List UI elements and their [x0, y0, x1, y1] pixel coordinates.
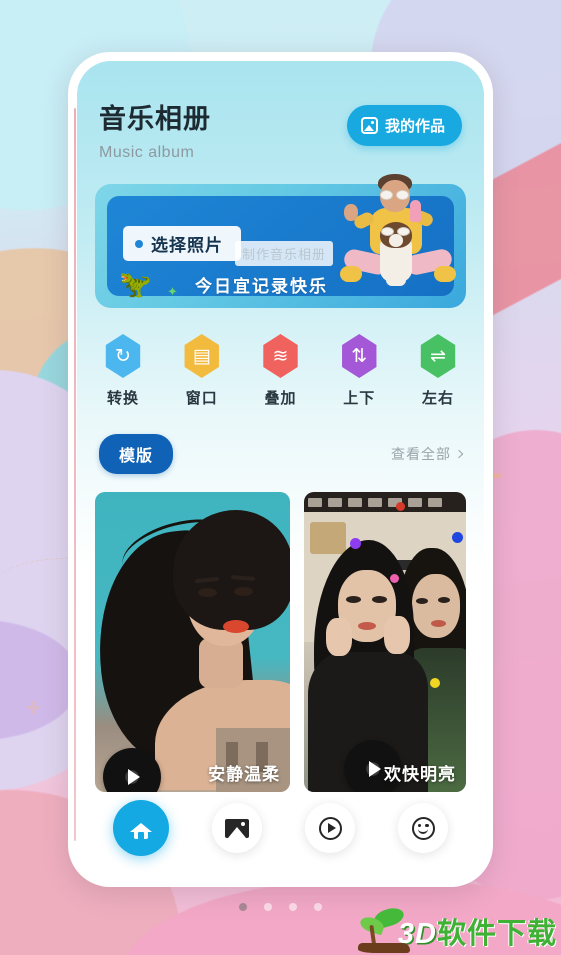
- film-frame: [428, 497, 443, 507]
- photo-eye-left-second: [416, 598, 428, 604]
- tab-template[interactable]: 模版: [99, 434, 174, 474]
- select-photo-label: 选择照片: [151, 236, 223, 255]
- pagination-dot[interactable]: [239, 903, 247, 911]
- see-all-label: 查看全部: [391, 446, 451, 462]
- character-shoe-right: [434, 266, 456, 282]
- photo-hand-left: [326, 618, 353, 656]
- template-thumbnail-portrait: [95, 492, 291, 792]
- photo-eye-right: [234, 587, 253, 596]
- my-works-button[interactable]: 我的作品: [346, 105, 462, 146]
- left-right-arrows-icon: ⇌: [420, 334, 456, 378]
- nav-item-profile[interactable]: [398, 803, 449, 853]
- template-card[interactable]: 安静温柔: [95, 492, 291, 792]
- chevron-right-icon: [454, 449, 464, 459]
- feature-label: 转换: [106, 390, 139, 407]
- photo-lips-second: [431, 620, 446, 627]
- photo-box: [310, 522, 347, 554]
- page-subtitle: Music album: [99, 144, 195, 161]
- photo-lips: [223, 620, 249, 633]
- home-icon: [129, 816, 153, 840]
- nav-item-gallery[interactable]: [211, 803, 262, 853]
- sparkle-icon-small: ✛: [26, 698, 42, 719]
- phone-frame: 音乐相册 Music album 我的作品 制作音乐相册 选择照片 今日宜记录快…: [68, 52, 493, 887]
- feature-label: 窗口: [185, 390, 218, 407]
- dog-snout: [389, 234, 403, 247]
- feature-item-vertical[interactable]: ⇅ 上下: [339, 334, 379, 408]
- feature-label: 上下: [343, 390, 376, 407]
- play-triangle-icon: [369, 761, 382, 777]
- photo-eye-right-second: [438, 597, 450, 603]
- feature-row: ↻ 转换 ▤ 窗口 ≋ 叠加 ⇅ 上下 ⇌ 左右: [77, 308, 484, 408]
- app-header: 音乐相册 Music album 我的作品: [77, 61, 484, 162]
- select-photo-button[interactable]: 选择照片: [123, 226, 241, 261]
- app-screen: 音乐相册 Music album 我的作品 制作音乐相册 选择照片 今日宜记录快…: [77, 61, 484, 878]
- page-title: 音乐相册: [99, 104, 211, 134]
- nav-item-video[interactable]: [305, 803, 356, 853]
- feature-label: 左右: [421, 390, 454, 407]
- smiley-face-icon: [411, 816, 435, 840]
- templates-section-header: 模版 查看全部: [77, 408, 484, 474]
- pagination-dot[interactable]: [289, 903, 297, 911]
- bottom-navigation-bar: [77, 796, 484, 860]
- sprout-leaf-icon: [357, 905, 414, 953]
- photo-film-strip: [304, 492, 466, 512]
- my-works-label: 我的作品: [384, 118, 445, 135]
- photo-frame-icon: [360, 117, 378, 134]
- layers-icon: ≋: [263, 334, 298, 378]
- feature-item-overlay[interactable]: ≋ 叠加: [261, 334, 301, 408]
- feature-item-convert[interactable]: ↻ 转换: [103, 334, 143, 408]
- dog-sunglasses-left: [381, 227, 394, 236]
- feature-item-horizontal[interactable]: ⇌ 左右: [418, 334, 458, 408]
- film-frame: [328, 497, 343, 507]
- watermark-text: 3D软件下载: [398, 920, 557, 953]
- watermark-label: 软件下载: [436, 918, 557, 950]
- ice-cream-icon: [410, 200, 421, 222]
- pagination-dot[interactable]: [264, 903, 272, 911]
- watermark: 3D软件下载: [357, 905, 557, 953]
- photo-hair-top: [173, 510, 291, 630]
- play-triangle-icon: [128, 769, 140, 785]
- feature-label: 叠加: [264, 390, 297, 407]
- character-sunglasses-right: [396, 190, 409, 200]
- nav-item-home[interactable]: [112, 800, 169, 856]
- dog-sunglasses-right: [397, 227, 410, 236]
- window-icon: ▤: [184, 334, 219, 378]
- promo-banner[interactable]: 制作音乐相册 选择照片 今日宜记录快乐 🦖 ✦: [95, 174, 466, 308]
- dinosaur-icon: 🦖: [119, 269, 152, 299]
- template-caption: 安静温柔: [208, 765, 281, 784]
- page-title-group: 音乐相册 Music album: [99, 97, 211, 162]
- photo-hand-right: [384, 616, 411, 654]
- soil-mound: [357, 943, 410, 953]
- image-icon: [224, 818, 249, 838]
- banner-tagline: 今日宜记录快乐: [195, 277, 328, 296]
- pagination-dot[interactable]: [314, 903, 322, 911]
- character-hand-peace-sign: [344, 204, 358, 221]
- up-down-arrows-icon: ⇅: [342, 334, 377, 378]
- refresh-icon: ↻: [105, 334, 141, 378]
- film-frame: [348, 497, 363, 507]
- template-card-list: 安静温柔 欢快明亮: [77, 474, 484, 792]
- see-all-button[interactable]: 查看全部: [391, 444, 464, 464]
- feature-item-window[interactable]: ▤ 窗口: [182, 334, 222, 408]
- play-circle-icon: [318, 816, 342, 840]
- photo-face-second-person: [412, 574, 460, 638]
- template-card[interactable]: 欢快明亮: [304, 492, 466, 792]
- film-frame: [368, 497, 383, 507]
- leaf-sparkle-icon: ✦: [167, 284, 178, 299]
- photo-eye-left: [198, 588, 217, 597]
- character-sunglasses-left: [380, 190, 393, 200]
- banner-subtitle: 制作音乐相册: [235, 241, 334, 266]
- character-illustration: [340, 170, 462, 308]
- film-frame: [408, 497, 423, 507]
- bullet-dot-icon: [135, 239, 143, 248]
- film-frame: [308, 497, 323, 507]
- template-caption: 欢快明亮: [384, 765, 456, 784]
- dog-paw: [386, 274, 406, 286]
- character-shoe-left: [340, 266, 362, 282]
